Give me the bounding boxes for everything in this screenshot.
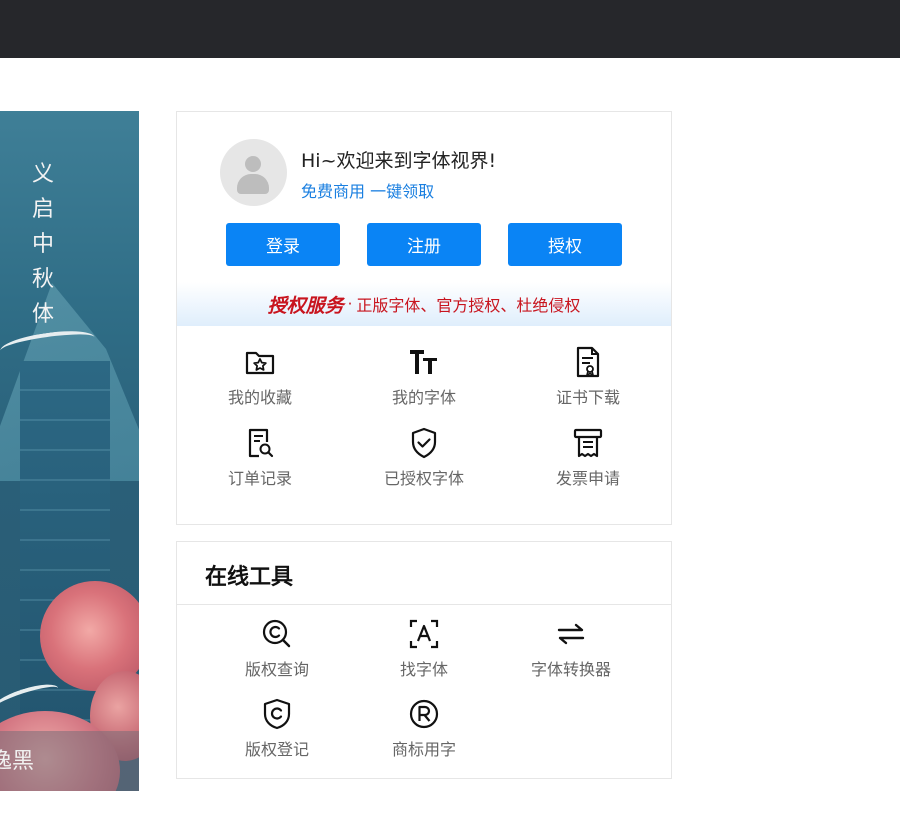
- avatar-body: [237, 174, 269, 194]
- tool-font-converter[interactable]: 字体转换器: [501, 617, 641, 680]
- shield-check-icon: [411, 427, 437, 459]
- authorization-service-banner[interactable]: 授权服务 · 正版字体、官方授权、杜绝侵权: [177, 282, 671, 326]
- tool-label: 版权查询: [244, 660, 309, 679]
- menu-item-label: 我的收藏: [227, 388, 292, 407]
- banner-title-char: 中: [31, 232, 54, 257]
- banner-title-char: 启: [31, 197, 54, 222]
- service-separator: ·: [347, 295, 353, 313]
- service-description: 正版字体、官方授权、杜绝侵权: [356, 296, 581, 315]
- menu-item-certificate-download[interactable]: 证书下载: [518, 345, 658, 408]
- menu-item-label: 订单记录: [227, 469, 292, 488]
- tool-label: 版权登记: [244, 740, 309, 759]
- top-navigation-bar: [0, 0, 900, 58]
- avatar-head: [245, 156, 261, 172]
- copyright-search-icon: [262, 619, 291, 648]
- banner-title-char: 义: [31, 162, 54, 187]
- promo-banner[interactable]: 义 启 中 秋 体 逸黑: [0, 111, 139, 791]
- menu-item-order-history[interactable]: 订单记录: [190, 426, 330, 489]
- menu-item-authorized-fonts[interactable]: 已授权字体: [354, 426, 494, 489]
- service-title: 授权服务: [267, 294, 344, 317]
- tool-copyright-search[interactable]: 版权查询: [207, 617, 347, 680]
- scan-text-icon: [409, 619, 439, 649]
- banner-title-char: 体: [31, 302, 54, 327]
- menu-item-label: 证书下载: [555, 388, 620, 407]
- tool-label: 商标用字: [391, 740, 456, 759]
- banner-title-char: 秋: [31, 267, 54, 292]
- banner-caption: 逸黑: [0, 749, 35, 774]
- user-panel: Hi~欢迎来到字体视界! 免费商用 一键领取 登录 注册 授权 授权服务 · 正…: [176, 111, 672, 525]
- order-search-icon: [248, 428, 274, 458]
- menu-item-my-fonts[interactable]: 我的字体: [354, 345, 494, 408]
- tools-divider: [177, 604, 671, 605]
- certificate-icon: [576, 346, 600, 378]
- copyright-shield-icon: [263, 698, 291, 730]
- banner-vertical-title: 义 启 中 秋 体: [28, 157, 58, 332]
- welcome-greeting: Hi~欢迎来到字体视界!: [301, 150, 497, 172]
- menu-item-label: 我的字体: [391, 388, 456, 407]
- register-button[interactable]: 注册: [367, 223, 481, 266]
- menu-item-label: 发票申请: [555, 469, 620, 488]
- font-tt-icon: [410, 350, 437, 374]
- invoice-icon: [573, 428, 603, 458]
- menu-item-invoice-request[interactable]: 发票申请: [518, 426, 658, 489]
- authorize-button[interactable]: 授权: [508, 223, 622, 266]
- tools-title: 在线工具: [205, 565, 294, 590]
- menu-item-label: 已授权字体: [383, 469, 464, 488]
- tool-find-font[interactable]: 找字体: [354, 617, 494, 680]
- online-tools-panel: 在线工具 版权查询 找字体 字体转换器 版权登记 商标用字: [176, 541, 672, 779]
- free-commercial-link[interactable]: 免费商用 一键领取: [301, 178, 434, 202]
- menu-item-favorites[interactable]: 我的收藏: [190, 345, 330, 408]
- favorites-folder-icon: [245, 351, 275, 375]
- tool-trademark-fonts[interactable]: 商标用字: [354, 697, 494, 760]
- convert-arrows-icon: [557, 623, 585, 645]
- login-button[interactable]: 登录: [226, 223, 340, 266]
- avatar[interactable]: [220, 139, 287, 206]
- tool-copyright-registration[interactable]: 版权登记: [207, 697, 347, 760]
- tool-label: 找字体: [399, 660, 448, 679]
- registered-trademark-icon: [409, 699, 439, 729]
- tool-label: 字体转换器: [530, 660, 611, 679]
